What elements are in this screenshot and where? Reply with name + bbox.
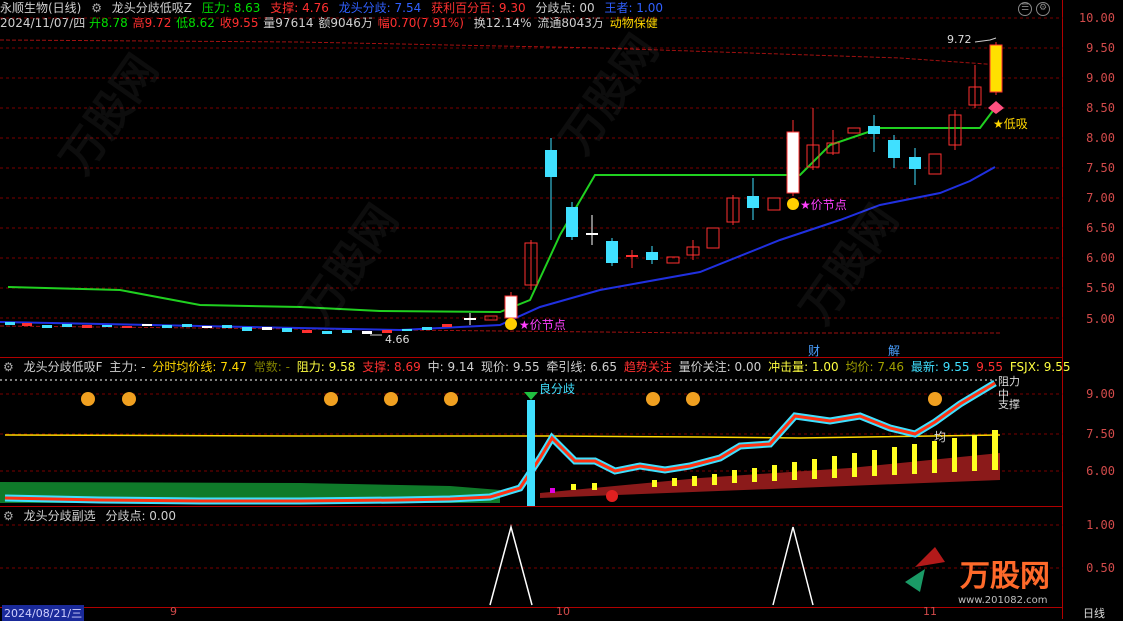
axis-tick: 1.00 — [1086, 518, 1115, 532]
low-buy-label: ★低吸 — [993, 117, 1028, 131]
axis-tick: 7.50 — [1086, 161, 1115, 175]
axis-tick: 9.00 — [1086, 71, 1115, 85]
high-price-label: 9.72 — [947, 33, 972, 46]
watermark-url: www.201082.com — [958, 595, 1048, 606]
event-marker-cai[interactable]: 财 — [808, 342, 820, 359]
watermark-logo-text: 万股网 — [960, 559, 1050, 594]
axis-tick: 6.00 — [1086, 464, 1115, 478]
axis-tick: 5.00 — [1086, 312, 1115, 326]
price-node-label: ★价节点 — [519, 318, 566, 332]
axis-tick: 10.00 — [1078, 11, 1115, 25]
axis-tick: 7.50 — [1086, 427, 1115, 441]
low-price-label: 4.66 — [385, 333, 410, 346]
div-point-spike — [772, 526, 814, 606]
axis-tick: 6.00 — [1086, 251, 1115, 265]
low-buy-text: 低吸 — [1003, 117, 1028, 131]
axis-tick: 6.50 — [1086, 221, 1115, 235]
support-dash-line — [0, 325, 1000, 334]
good-divergence-label: 良分歧 — [539, 382, 576, 396]
axis-tick: 8.50 — [1086, 101, 1115, 115]
divergence-indicator-chart[interactable] — [0, 358, 1063, 506]
price-node-label: ★价节点 — [800, 198, 847, 212]
main-price-axis: 10.00 9.50 9.00 8.50 8.00 7.50 7.00 6.50… — [1062, 0, 1123, 357]
price-node-text: 价节点 — [810, 198, 847, 212]
time-axis — [0, 607, 1063, 620]
sub-selection-chart[interactable] — [0, 507, 1063, 607]
axis-tick: 5.50 — [1086, 281, 1115, 295]
avg-label: 均 — [934, 430, 947, 444]
sub2-gridlines — [0, 524, 1063, 569]
event-marker-jie[interactable]: 解 — [888, 342, 900, 359]
good-divergence-bar — [527, 400, 535, 506]
axis-month-11: 11 — [923, 605, 937, 618]
axis-month-9: 9 — [170, 605, 177, 618]
good-divergence-marker — [524, 392, 538, 400]
axis-tick: 8.00 — [1086, 131, 1115, 145]
avg-price-line — [4, 434, 1001, 439]
div-point-spike — [489, 524, 533, 606]
axis-tick: 9.00 — [1086, 387, 1115, 401]
sub2-axis: 1.00 0.50 — [1062, 507, 1123, 619]
support-label: 支撑 — [998, 398, 1020, 411]
axis-month-10: 10 — [556, 605, 570, 618]
axis-tick: 9.50 — [1086, 41, 1115, 55]
sub1-axis: 9.00 7.50 6.00 — [1062, 358, 1123, 506]
axis-tick: 7.00 — [1086, 191, 1115, 205]
main-candlestick-chart[interactable] — [0, 0, 1063, 357]
axis-tick: 0.50 — [1086, 561, 1115, 575]
price-node-text: 价节点 — [529, 318, 566, 332]
